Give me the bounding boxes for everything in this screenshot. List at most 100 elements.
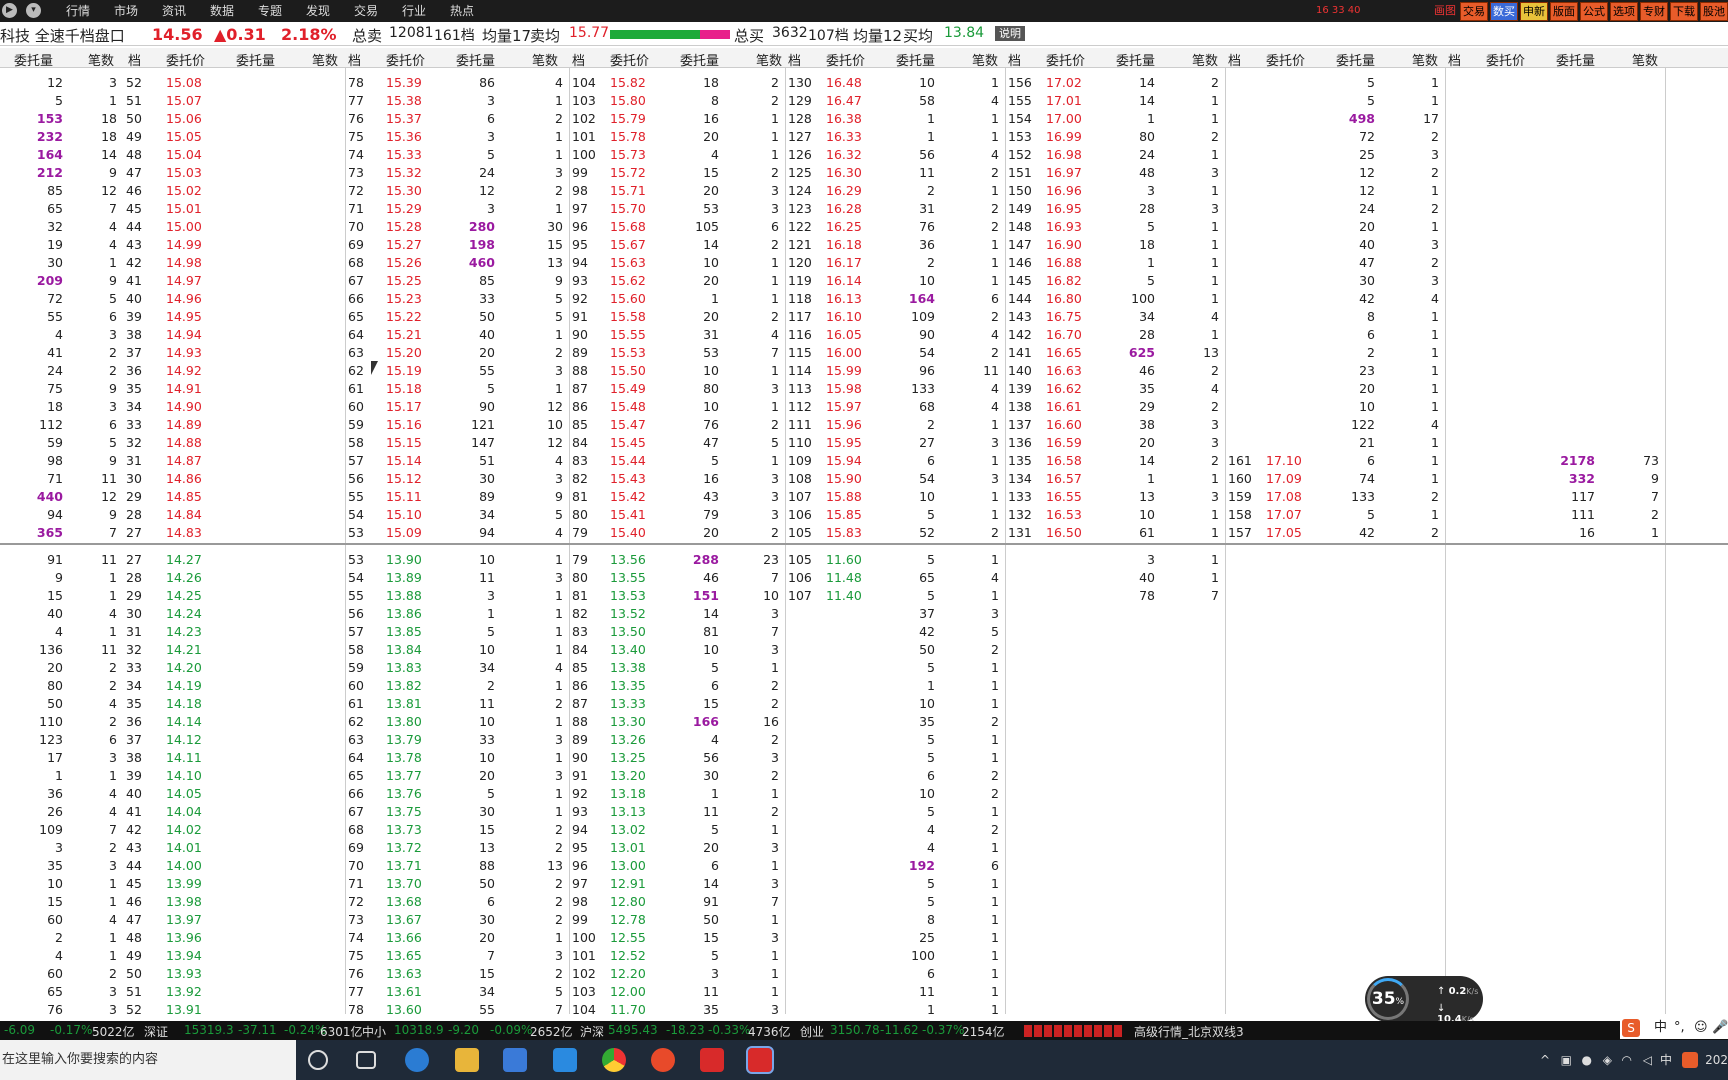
buy-level-row[interactable]: 11	[786, 1001, 1005, 1019]
sell-level-row[interactable]: 91 15.58 20 2	[570, 308, 785, 326]
header-qty[interactable]: 委托量	[456, 50, 495, 69]
buy-level-row[interactable]: 11	[786, 677, 1005, 695]
sell-level-row[interactable]: 106 15.85 5 1	[786, 506, 1005, 524]
sell-level-row[interactable]: 159 17.08 133 2	[1226, 488, 1445, 506]
sell-level-row[interactable]: 114 15.99 96 11	[786, 362, 1005, 380]
buy-level-row[interactable]: 69 13.72 13 2	[346, 839, 569, 857]
buy-level-row[interactable]: 35 3 44 14.00	[0, 857, 345, 875]
sell-level-row[interactable]: 85 12 46 15.02	[0, 182, 345, 200]
buy-level-row[interactable]: 62	[786, 767, 1005, 785]
mail-icon[interactable]	[553, 1048, 577, 1072]
sell-level-row[interactable]: 332 9	[1446, 470, 1665, 488]
header-cnt[interactable]: 笔数	[532, 50, 558, 69]
sell-level-row[interactable]: 148 16.93 5 1	[1006, 218, 1225, 236]
sell-level-row[interactable]: 71 15.29 3 1	[346, 200, 569, 218]
sell-level-row[interactable]: 42 4	[1226, 290, 1445, 308]
sell-level-row[interactable]: 40 3	[1226, 236, 1445, 254]
buy-level-row[interactable]: 100 12.55 15 3	[570, 929, 785, 947]
buy-level-row[interactable]: 1 1 39 14.10	[0, 767, 345, 785]
sell-level-row[interactable]: 20 1	[1226, 218, 1445, 236]
sell-level-row[interactable]: 160 17.09 74 1	[1226, 470, 1445, 488]
buy-level-row[interactable]: 93 13.13 11 2	[570, 803, 785, 821]
sell-level-row[interactable]: 164 14 48 15.04	[0, 146, 345, 164]
buy-level-row[interactable]: 63 13.79 33 3	[346, 731, 569, 749]
sell-level-row[interactable]	[1446, 146, 1665, 164]
buy-level-row[interactable]: 66 13.76 5 1	[346, 785, 569, 803]
header-qty[interactable]: 委托量	[14, 50, 53, 69]
buy-level-row[interactable]: 60 13.82 2 1	[346, 677, 569, 695]
sell-level-row[interactable]: 83 15.44 5 1	[570, 452, 785, 470]
sell-level-row[interactable]: 2178 73	[1446, 452, 1665, 470]
sell-level-row[interactable]: 129 16.47 58 4	[786, 92, 1005, 110]
sell-level-row[interactable]	[1446, 362, 1665, 380]
buy-level-row[interactable]: 78 7	[1006, 587, 1225, 605]
toolbar-button[interactable]: 版面	[1550, 2, 1578, 21]
buy-level-row[interactable]: 123 6 37 14.12	[0, 731, 345, 749]
buy-level-row[interactable]: 103 12.00 11 1	[570, 983, 785, 1001]
sell-level-row[interactable]: 75 15.36 3 1	[346, 128, 569, 146]
buy-level-row[interactable]: 85 13.38 5 1	[570, 659, 785, 677]
sell-level-row[interactable]: 212 9 47 15.03	[0, 164, 345, 182]
sell-level-row[interactable]: 122 4	[1226, 416, 1445, 434]
sell-level-row[interactable]: 19 4 43 14.99	[0, 236, 345, 254]
header-cnt[interactable]: 笔数	[1632, 50, 1658, 69]
header-lvl[interactable]: 档	[788, 50, 801, 69]
buy-level-row[interactable]: 10 1	[786, 695, 1005, 713]
buy-level-row[interactable]: 96 13.00 6 1	[570, 857, 785, 875]
sell-level-row[interactable]: 86 15.48 10 1	[570, 398, 785, 416]
buy-level-row[interactable]: 77 13.61 34 5	[346, 983, 569, 1001]
sell-level-row[interactable]: 95 15.67 14 2	[570, 236, 785, 254]
header-cnt[interactable]: 笔数	[1412, 50, 1438, 69]
header-lvl[interactable]: 档	[1228, 50, 1241, 69]
sell-level-row[interactable]: 108 15.90 54 3	[786, 470, 1005, 488]
sell-level-row[interactable]: 119 16.14 10 1	[786, 272, 1005, 290]
buy-level-row[interactable]: 17 3 38 14.11	[0, 749, 345, 767]
sell-level-row[interactable]: 232 18 49 15.05	[0, 128, 345, 146]
sell-level-row[interactable]: 59 15.16 121 10	[346, 416, 569, 434]
menu-item[interactable]: 交易	[342, 0, 390, 22]
header-qty[interactable]: 委托量	[236, 50, 275, 69]
sell-level-row[interactable]: 94 9 28 14.84	[0, 506, 345, 524]
header-price[interactable]: 委托价	[610, 50, 649, 69]
sell-level-row[interactable]: 16 1	[1446, 524, 1665, 542]
index-4-name[interactable]: 创业	[800, 1023, 824, 1040]
sell-level-row[interactable]: 120 16.17 2 1	[786, 254, 1005, 272]
buy-level-row[interactable]: 91 13.20 30 2	[570, 767, 785, 785]
sell-level-row[interactable]: 12 2	[1226, 164, 1445, 182]
edge-icon[interactable]	[405, 1048, 429, 1072]
header-price[interactable]: 委托价	[1486, 50, 1525, 69]
sell-level-row[interactable]	[1446, 128, 1665, 146]
buy-level-row[interactable]: 9 1 28 14.26	[0, 569, 345, 587]
buy-level-row[interactable]: 51	[786, 893, 1005, 911]
buy-level-row[interactable]: 64 13.78 10 1	[346, 749, 569, 767]
sell-level-row[interactable]	[1446, 308, 1665, 326]
sell-level-row[interactable]: 154 17.00 1 1	[1006, 110, 1225, 128]
buy-level-row[interactable]: 60 4 47 13.97	[0, 911, 345, 929]
buy-level-row[interactable]: 42	[786, 821, 1005, 839]
sell-level-row[interactable]: 4 3 38 14.94	[0, 326, 345, 344]
stock-app-icon[interactable]	[700, 1048, 724, 1072]
sell-level-row[interactable]: 137 16.60 38 3	[1006, 416, 1225, 434]
microphone-icon[interactable]: ●	[1582, 1040, 1592, 1080]
sell-level-row[interactable]: 63 15.20 20 2	[346, 344, 569, 362]
sell-level-row[interactable]: 12 3 52 15.08	[0, 74, 345, 92]
sell-level-row[interactable]: 111 15.96 2 1	[786, 416, 1005, 434]
play-icon[interactable]: ▶	[2, 3, 17, 18]
buy-level-row[interactable]: 10 2	[786, 785, 1005, 803]
buy-level-row[interactable]: 26 4 41 14.04	[0, 803, 345, 821]
sell-level-row[interactable]: 116 16.05 90 4	[786, 326, 1005, 344]
sell-level-row[interactable]: 153 16.99 80 2	[1006, 128, 1225, 146]
sell-level-row[interactable]: 123 16.28 31 2	[786, 200, 1005, 218]
sell-level-row[interactable]: 365 7 27 14.83	[0, 524, 345, 542]
menu-item[interactable]: 行情	[54, 0, 102, 22]
sell-level-row[interactable]: 61	[1226, 326, 1445, 344]
buy-level-row[interactable]: 82 13.52 14 3	[570, 605, 785, 623]
cortana-icon[interactable]	[308, 1050, 328, 1070]
buy-level-row[interactable]: 110 2 36 14.14	[0, 713, 345, 731]
sell-level-row[interactable]: 152 16.98 24 1	[1006, 146, 1225, 164]
sell-level-row[interactable]: 144 16.80 100 1	[1006, 290, 1225, 308]
buy-level-row[interactable]: 83 13.50 81 7	[570, 623, 785, 641]
sell-level-row[interactable]: 100 15.73 4 1	[570, 146, 785, 164]
buy-level-row[interactable]: 75 13.65 7 3	[346, 947, 569, 965]
menu-item[interactable]: 市场	[102, 0, 150, 22]
